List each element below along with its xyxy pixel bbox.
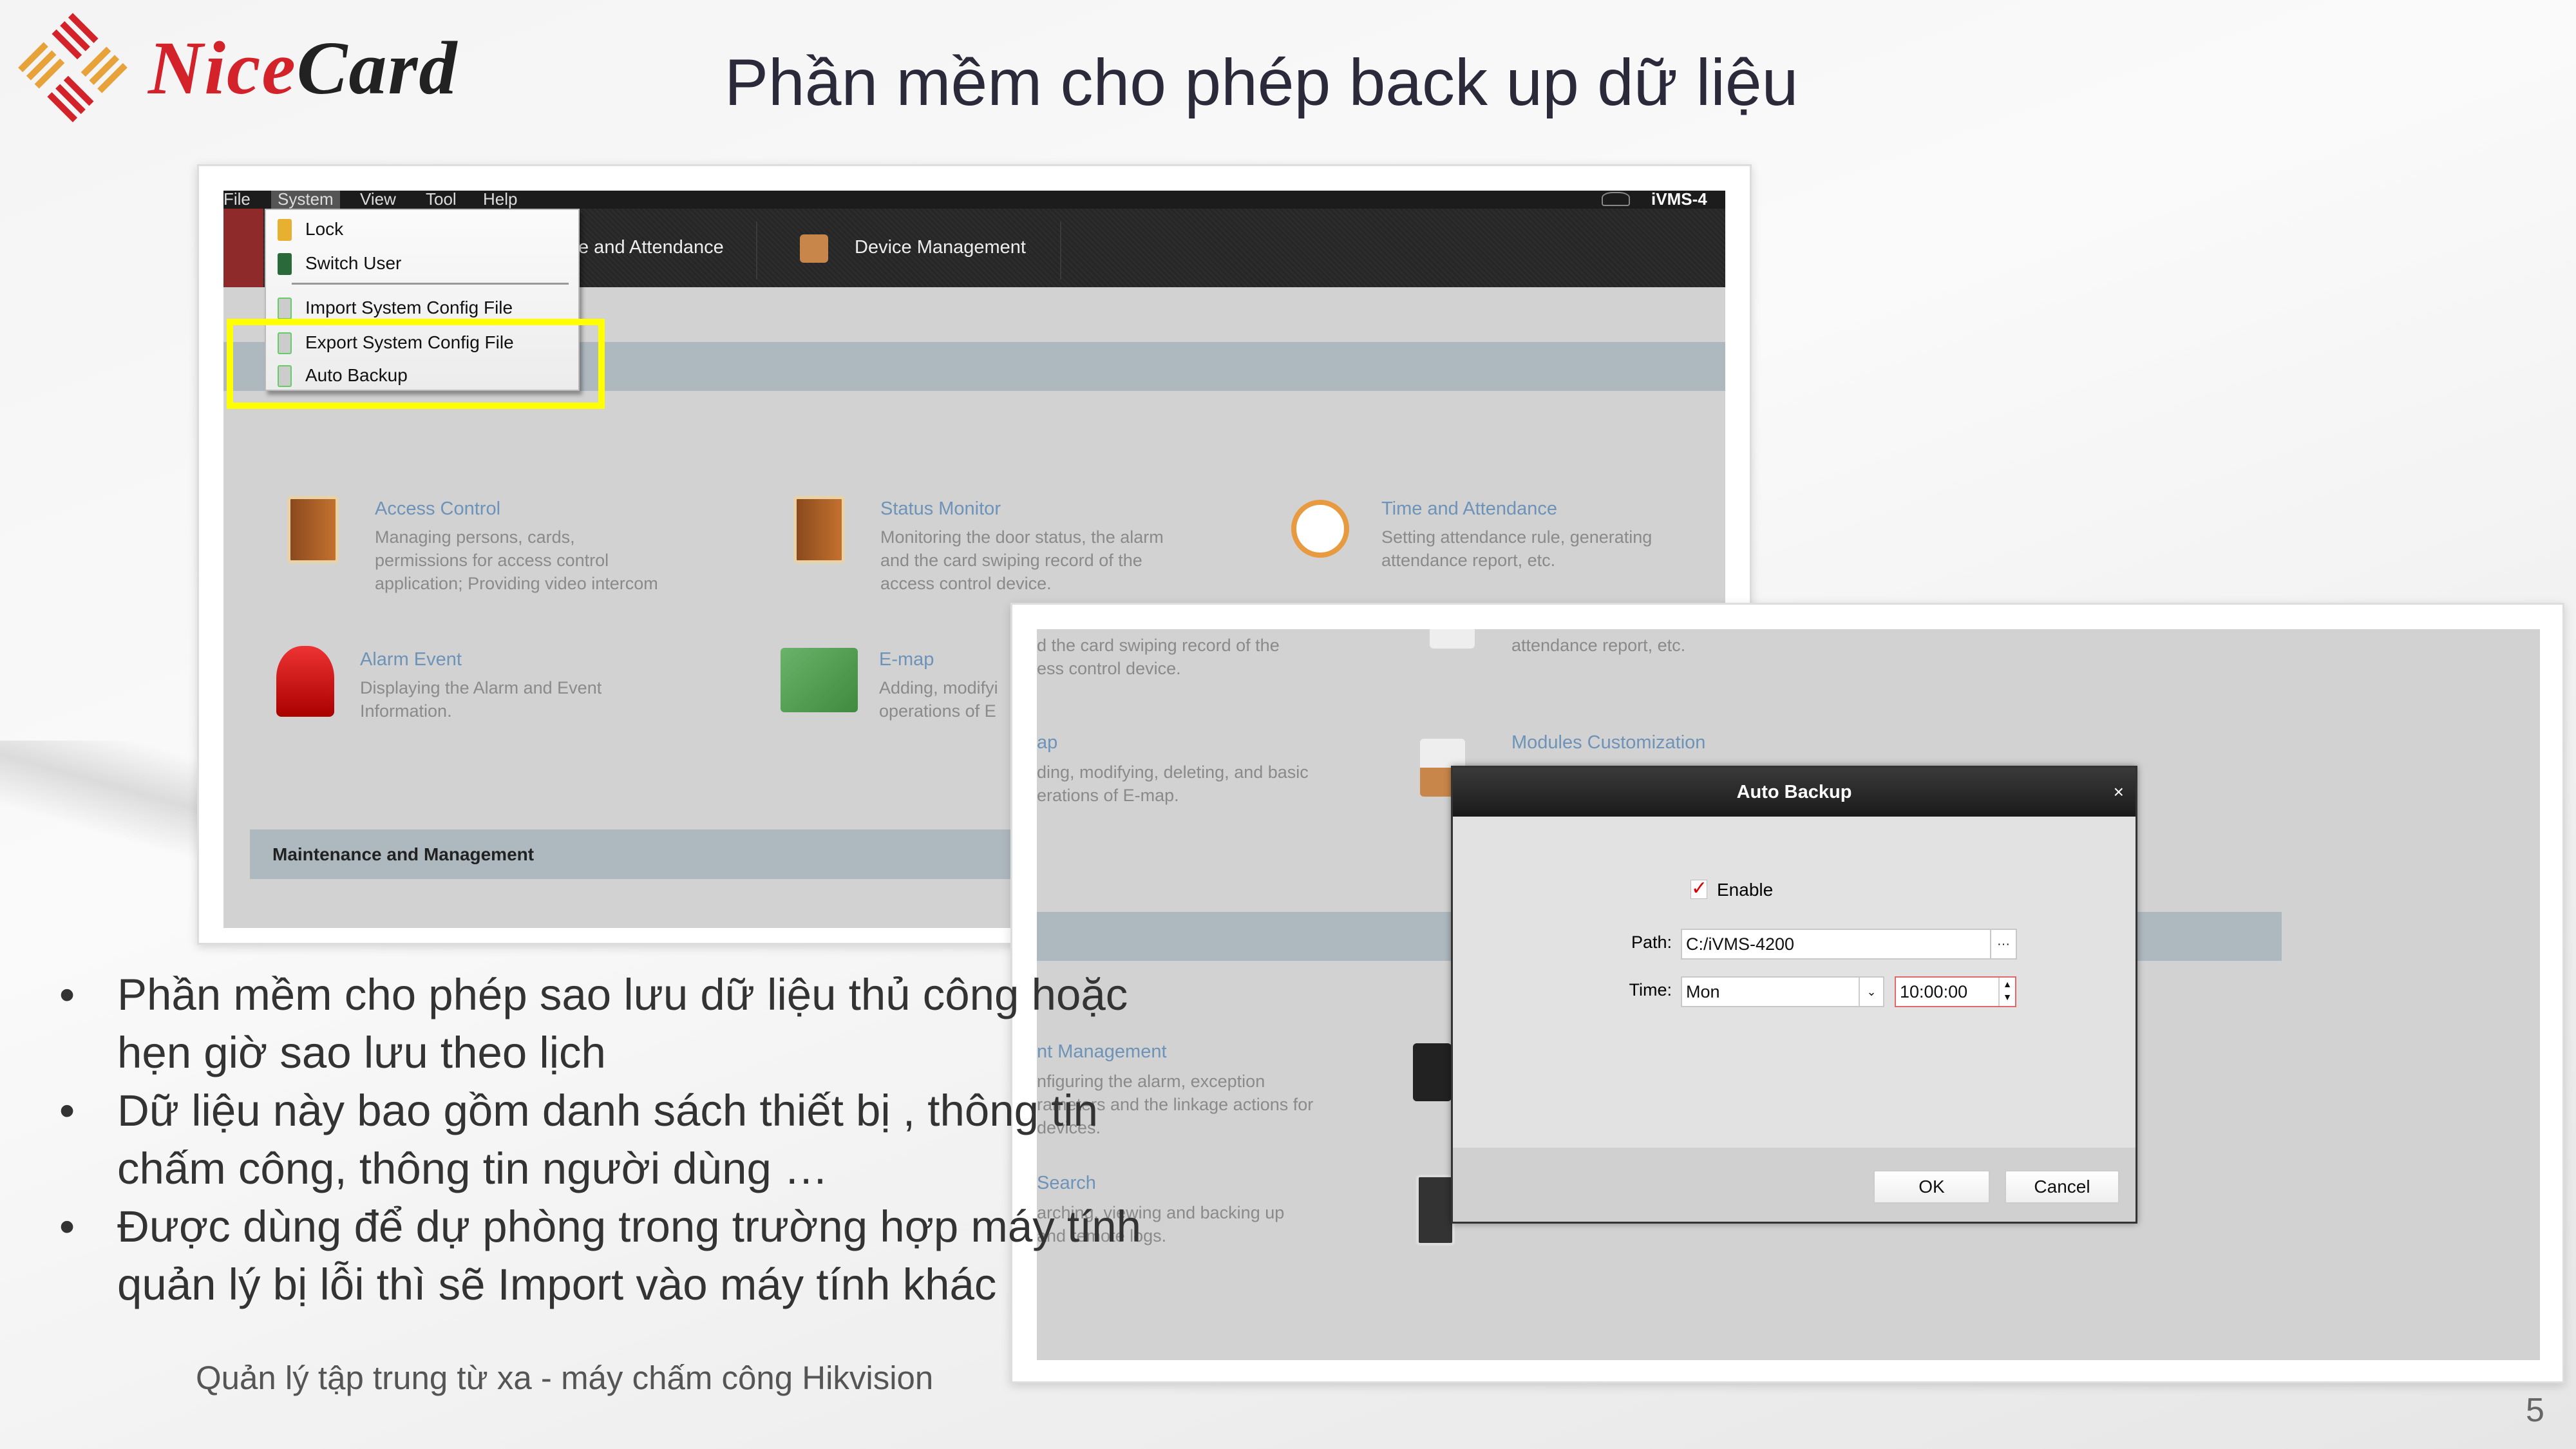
highlight-box [227,319,605,409]
app-name: iVMS-4 [1651,191,1707,209]
menu-help[interactable]: Help [483,191,517,209]
app-logo-icon [1602,192,1630,206]
ok-button[interactable]: OK [1873,1170,1990,1204]
slide-footer: Quản lý tập trung từ xa - máy chấm công … [196,1359,934,1396]
page-number: 5 [2526,1392,2544,1429]
nicecard-logo-icon [18,13,128,122]
module-title[interactable]: Time and Attendance [1381,498,1557,520]
menu-item-switch-user[interactable]: Switch User [266,248,578,280]
tab-time-attendance[interactable]: e and Attendance [578,237,724,258]
module-title[interactable]: Alarm Event [360,649,462,670]
alarm-icon [276,646,334,717]
status-monitor-icon [793,496,845,564]
clock-icon [1291,500,1349,558]
path-label: Path: [1631,933,1672,952]
calendar-icon [1430,629,1475,649]
module-desc: attendance report, etc. [1511,636,1686,655]
brand-name: NiceCard [148,26,459,110]
device-management-icon [800,234,828,263]
module-title[interactable]: ap [1037,732,1057,753]
menubar: File System View Tool Help iVMS-4 [223,191,1725,209]
bullet-item: • Được dùng để dự phòng trong trường hợp … [59,1202,1142,1309]
path-input[interactable]: C:/iVMS-4200 [1681,929,1991,960]
import-icon [278,298,292,319]
enable-label: Enable [1717,880,1774,900]
module-title[interactable]: Access Control [375,498,500,520]
module-desc: Displaying the Alarm and Event Informatio… [360,678,602,721]
menu-tool[interactable]: Tool [426,191,457,209]
auto-backup-dialog: Auto Backup × ✓ Enable Path: C:/iVMS-420… [1451,766,2137,1224]
menu-view[interactable]: View [360,191,396,209]
spinner-arrows-icon[interactable]: ▲ ▼ [1998,978,2015,1006]
module-desc: Managing persons, cards, permissions for … [375,527,658,593]
bullet-item: • Phần mềm cho phép sao lưu dữ liệu thủ c… [59,970,1128,1077]
map-icon [781,648,858,712]
camera-icon [1413,1043,1452,1101]
module-title[interactable]: Modules Customization [1511,732,1705,753]
menu-separator [292,283,569,285]
bullet-item: • Dữ liệu này bao gồm danh sách thiết bị … [59,1086,1098,1193]
day-select[interactable]: Mon ⌄ [1681,976,1884,1007]
module-desc: d the card swiping record of the ess cont… [1037,636,1280,678]
time-spinner[interactable]: 10:00:00 ▲ ▼ [1895,976,2016,1007]
enable-checkbox[interactable]: ✓ [1690,879,1707,899]
module-desc: Setting attendance rule, generating atten… [1381,527,1653,570]
menu-item-lock[interactable]: Lock [266,214,578,246]
module-desc: Monitoring the door status, the alarm and… [880,527,1164,593]
module-title[interactable]: E-map [879,649,934,670]
module-desc: ding, modifying, deleting, and basic erat… [1037,762,1309,805]
section-title: Maintenance and Management [272,844,535,864]
slide-title: Phần mềm cho phép back up dữ liệu [724,46,1799,119]
tab-device-management[interactable]: Device Management [855,237,1026,258]
divider [756,222,757,279]
home-tab[interactable] [223,209,263,287]
monitor-icon [1416,1175,1455,1245]
chevron-down-icon: ⌄ [1859,978,1883,1006]
time-label: Time: [1629,980,1672,999]
menu-system[interactable]: System [271,191,340,209]
bullet-list: • Phần mềm cho phép sao lưu dữ liệu thủ c… [46,966,1173,1314]
dialog-title: Auto Backup [1453,768,2136,817]
divider [1060,222,1061,279]
user-icon [278,253,292,275]
menu-file[interactable]: File [223,191,251,209]
close-icon[interactable]: × [2114,768,2124,817]
lock-icon [278,219,292,241]
browse-button[interactable]: ··· [1990,929,2017,960]
cancel-button[interactable]: Cancel [2005,1170,2119,1204]
access-control-icon [287,496,339,564]
module-title[interactable]: Status Monitor [880,498,1001,520]
module-desc: Adding, modifyi operations of E [879,678,998,721]
